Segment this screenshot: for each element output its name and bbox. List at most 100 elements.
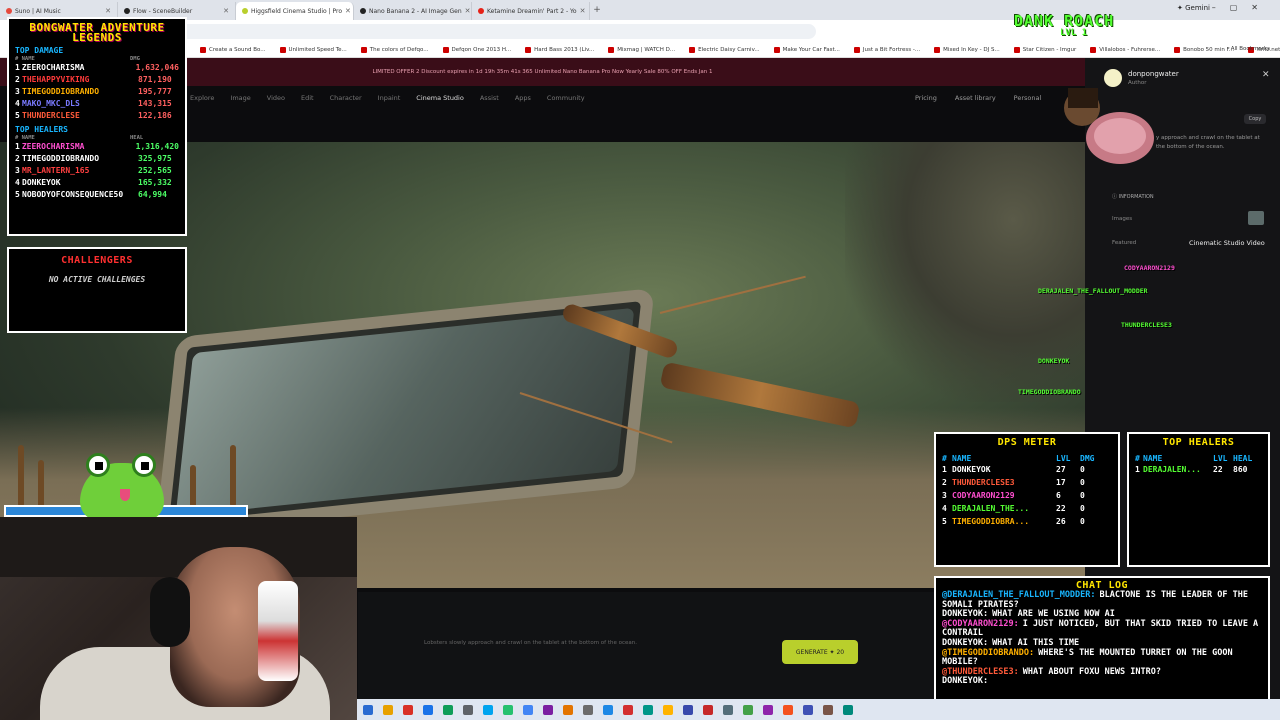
taskbar-app-icon[interactable] [843,704,853,715]
taskbar-app-icon[interactable] [463,704,473,715]
row-rank: 5 [15,190,20,199]
healers-box-column-headers: # NAME LVL HEAL [1135,454,1262,463]
row-value: 165,332 [138,178,172,187]
dps-rows: 1 DONKEYOK 27 0 2 THUNDERCLESE3 17 0 3 CODYAARON2… [942,463,1112,528]
site-nav-item[interactable]: Inpaint [378,94,401,102]
dps-col-rank: # [942,454,947,463]
site-nav-right-item[interactable]: Asset library [955,94,996,102]
bookmark-item[interactable]: Bonobo 50 min F... [1174,46,1234,53]
dps-meter: DPS METER # NAME LVL DMG 1 DONKEYOK 27 0 2 TH… [934,432,1120,567]
bookmark-item[interactable]: Defqon One 2013 H... [442,46,511,53]
taskbar-app-icon[interactable] [823,704,833,715]
browser-tab[interactable]: Nano Banana 2 - AI Image Gen ✕ [354,2,472,20]
site-nav-item[interactable]: Assist [480,94,499,102]
browser-tab[interactable]: Higgsfield Cinema Studio | Pro ✕ [236,2,354,20]
new-tab-button[interactable]: + [590,5,604,15]
bookmark-item[interactable]: Unlimited Speed Te... [279,46,347,53]
site-nav-item[interactable]: Video [267,94,285,102]
gemini-label: Gemini [1185,4,1210,12]
bookmark-item[interactable]: The colors of Defqo... [360,46,429,53]
site-nav-item[interactable]: Apps [515,94,531,102]
site-nav-item[interactable]: Edit [301,94,314,102]
copy-button[interactable]: Copy [1244,114,1266,124]
row-rank: 2 [15,75,20,84]
taskbar-app-icon[interactable] [743,704,753,715]
dps-dmg: 0 [1080,465,1085,474]
bookmark-item[interactable]: Just a Bit Fortress -... [853,46,921,53]
close-icon[interactable]: ✕ [1262,70,1270,80]
healer-box-row: 1 DERAJALEN... 22 860 [1135,463,1262,476]
arena-player-name: CODYAARON2129 [1124,264,1175,272]
close-icon[interactable]: ✕ [465,7,471,15]
taskbar-app-icon[interactable] [663,704,673,715]
taskbar-app-icon[interactable] [783,704,793,715]
bookmark-label: Mixmag | WATCH D... [617,46,676,53]
dps-row: 5 TIMEGODDIOBRA... 26 0 [942,515,1112,528]
top-healers-box: TOP HEALERS # NAME LVL HEAL 1 DERAJALEN..… [1127,432,1270,567]
bookmark-icon [1013,46,1020,53]
taskbar-app-icon[interactable] [603,704,613,715]
close-icon[interactable]: ✕ [223,7,229,15]
row-value: 122,186 [138,111,172,120]
taskbar-app-icon[interactable] [523,704,533,715]
information-heading: ⓘ INFORMATION [1112,194,1154,200]
taskbar-app-icon[interactable] [763,704,773,715]
bookmark-item[interactable]: Electric Daisy Carniv... [689,46,760,53]
bookmark-item[interactable]: Mixmag | WATCH D... [608,46,676,53]
site-nav-item[interactable]: Cinema Studio [416,94,464,102]
dps-row: 2 THUNDERCLESE3 17 0 [942,476,1112,489]
bookmark-icon [442,46,449,53]
taskbar-app-icon[interactable] [723,704,733,715]
top-damage-heading: TOP DAMAGE [15,46,64,55]
taskbar-app-icon[interactable] [503,704,513,715]
chat-username: DONKEYOK: [942,637,989,648]
bookmark-item[interactable]: Create a Sound Bo... [200,46,266,53]
taskbar-app-icon[interactable] [543,704,553,715]
bookmark-item[interactable]: Star Citizen - Imgur [1013,46,1076,53]
bookmark-label: Just a Bit Fortress -... [862,46,921,53]
taskbar-app-icon[interactable] [643,704,653,715]
taskbar-app-icon[interactable] [803,704,813,715]
leaderboard-row: 1 ZEEROCHARISMA 1,316,420 [15,141,179,153]
site-nav-right-item[interactable]: Pricing [915,94,937,102]
taskbar-app-icon[interactable] [483,704,493,715]
bookmark-label: Electric Daisy Carniv... [698,46,760,53]
bookmark-item[interactable]: Make Your Car Fast... [773,46,840,53]
gemini-button[interactable]: ✦ Gemini [1177,4,1210,12]
information-label: INFORMATION [1118,194,1154,200]
taskbar-app-icon[interactable] [383,704,393,715]
close-icon[interactable]: ✕ [580,7,586,15]
close-icon[interactable]: ✕ [345,7,351,15]
taskbar-app-icon[interactable] [443,704,453,715]
prompt-text[interactable]: Lobsters slowly approach and crawl on th… [424,640,637,646]
dps-dmg: 0 [1080,491,1085,500]
bookmark-icon [934,46,941,53]
taskbar-app-icon[interactable] [363,704,373,715]
window-controls[interactable]: –▢✕ [1212,3,1272,12]
legends-title-line2: LEGENDS [72,31,122,44]
site-nav-right-item[interactable]: Personal [1014,94,1042,102]
site-nav-item[interactable]: Character [330,94,362,102]
taskbar-app-icon[interactable] [703,704,713,715]
bookmark-item[interactable]: Hard Bass 2013 (Liv... [525,46,594,53]
taskbar-app-icon[interactable] [423,704,433,715]
site-nav-item[interactable]: Community [547,94,585,102]
taskbar-app-icon[interactable] [683,704,693,715]
all-bookmarks-link[interactable]: All Bookmarks [1231,46,1270,52]
generate-button[interactable]: GENERATE ✦ 20 [782,640,858,664]
healer-heal: 860 [1233,465,1248,474]
browser-tab[interactable]: Ketamine Dreamin' Part 2 - Yo ✕ [472,2,590,20]
bookmark-item[interactable]: Villalobos - Fuhrerse... [1090,46,1160,53]
chat-username: @DERAJALEN_THE_FALLOUT_MODDER: [942,590,1096,600]
taskbar-app-icon[interactable] [563,704,573,715]
bookmark-item[interactable]: Mixed In Key - DJ S... [934,46,1000,53]
site-nav-item[interactable]: Explore [190,94,214,102]
healer-lvl: 22 [1213,465,1223,474]
taskbar-app-icon[interactable] [623,704,633,715]
taskbar-app-icon[interactable] [403,704,413,715]
close-icon[interactable]: ✕ [105,7,111,15]
site-nav-item[interactable]: Image [230,94,250,102]
dps-rank: 1 [942,465,947,474]
taskbar-app-icon[interactable] [583,704,593,715]
image-thumbnail[interactable] [1248,211,1264,225]
